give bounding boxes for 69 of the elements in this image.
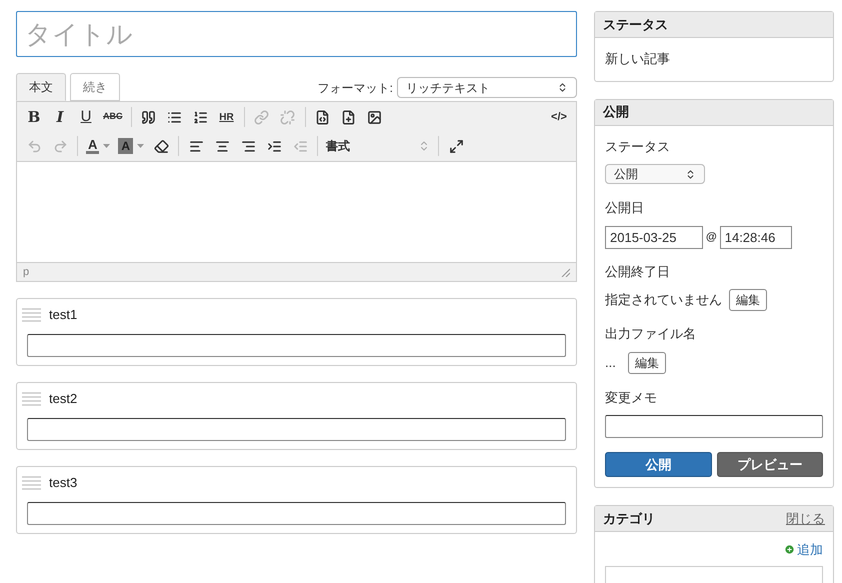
panel-title: カテゴリ [603, 510, 655, 528]
editor-tab[interactable]: 続き [70, 73, 120, 101]
memo-label: 変更メモ [605, 388, 658, 406]
styles-dropdown[interactable]: 書式 [322, 134, 434, 158]
new-page-icon [341, 110, 356, 124]
caret-icon [103, 144, 110, 148]
element-path: p [23, 264, 30, 280]
bullet-list-icon [167, 110, 182, 124]
publish-button[interactable]: 公開 [605, 452, 712, 477]
edit-button[interactable]: 編集 [628, 352, 666, 374]
end-date-label: 公開終了日 [605, 262, 671, 280]
redo-icon [52, 138, 68, 154]
updown-icon [685, 168, 696, 180]
time-field[interactable]: 14:28:46 [720, 226, 792, 248]
panel-title: 公開 [603, 103, 629, 122]
input-field[interactable] [27, 334, 566, 356]
underline-button[interactable]: U [73, 105, 99, 129]
status-label: ステータス [605, 138, 671, 156]
link-icon [254, 110, 269, 124]
file-name-value: ... [605, 354, 616, 372]
date-label: 公開日 [605, 199, 645, 217]
field-label: test1 [49, 306, 78, 324]
strikethrough-button[interactable]: ABC [99, 105, 126, 129]
memo-field[interactable] [605, 415, 823, 438]
resize-grip-icon[interactable] [561, 268, 570, 276]
drag-handle-icon[interactable] [22, 308, 41, 322]
format-label: フォーマット: [318, 80, 393, 96]
drag-handle-icon[interactable] [22, 392, 41, 406]
date-field[interactable]: 2015-03-25 [605, 226, 703, 248]
caret-icon [137, 144, 144, 148]
code-file-icon [315, 110, 330, 124]
status-select[interactable]: 公開 [605, 164, 705, 184]
title-field[interactable]: タイトル [16, 11, 577, 57]
drag-handle-icon[interactable] [22, 476, 41, 490]
background-color-button[interactable]: A [114, 134, 148, 158]
eraser-icon [154, 138, 169, 154]
outdent-icon [292, 138, 308, 154]
align-center-icon [214, 138, 230, 154]
add-link[interactable]: 追加 [784, 540, 823, 560]
undo-icon [26, 138, 42, 154]
end-date-value: 指定されていません [605, 291, 722, 310]
panel-title: ステータス [603, 16, 668, 34]
updown-icon [557, 82, 568, 93]
numbered-list-icon [193, 110, 208, 124]
file-name-label: 出力ファイル名 [605, 325, 697, 343]
field-label: test3 [49, 474, 78, 492]
plus-icon [784, 544, 795, 556]
input-field[interactable] [27, 502, 566, 524]
status-text: 新しい記事 [605, 50, 671, 68]
italic-button[interactable]: I [47, 105, 73, 129]
preview-button[interactable]: プレビュー [716, 452, 823, 477]
at-sign: @ [706, 230, 717, 245]
image-icon [367, 110, 382, 124]
align-left-icon [188, 138, 204, 154]
fullscreen-icon [448, 138, 464, 154]
align-right-icon [240, 138, 256, 154]
text-color-button[interactable]: A [82, 134, 114, 158]
source-button[interactable]: </> [546, 105, 572, 129]
format-select[interactable]: リッチテキスト [397, 77, 577, 98]
field-label: test2 [49, 390, 78, 408]
quote-icon [141, 110, 156, 124]
edit-button[interactable]: 編集 [729, 289, 767, 311]
horizontal-rule-button[interactable]: HR [214, 105, 240, 129]
indent-icon [266, 138, 282, 154]
input-field[interactable] [27, 418, 566, 440]
editor-tab[interactable]: 本文 [16, 73, 66, 101]
unlink-icon [280, 110, 295, 124]
bold-button[interactable]: B [21, 105, 47, 129]
close-link[interactable]: 閉じる [786, 508, 825, 528]
